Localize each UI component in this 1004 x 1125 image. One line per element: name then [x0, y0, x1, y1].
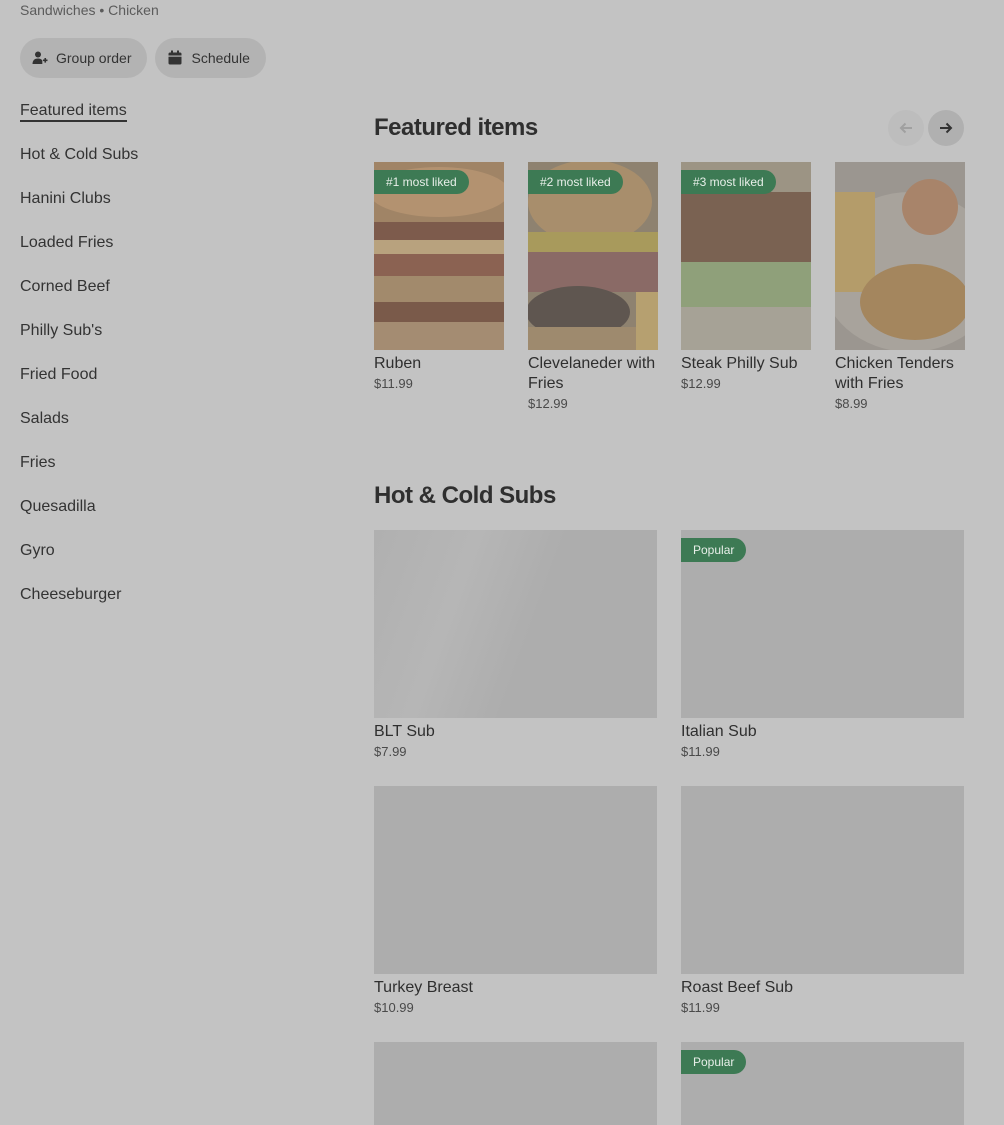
sidebar-item-quesadilla[interactable]: Quesadilla [20, 496, 220, 540]
featured-item-card[interactable]: #3 most liked Steak Philly Sub $12.99 [681, 162, 811, 391]
carousel-prev-button[interactable] [888, 110, 924, 146]
item-price: $10.99 [374, 1000, 414, 1015]
item-price: $7.99 [374, 744, 407, 759]
sidebar-item-featured-items[interactable]: Featured items [20, 100, 220, 144]
menu-item-card[interactable]: Popular [681, 1042, 964, 1125]
sidebar-item-label: Gyro [20, 542, 55, 559]
clevelaneder-image: #2 most liked [528, 162, 658, 350]
menu-item-card[interactable]: Popular Italian Sub $11.99 [681, 530, 964, 759]
sidebar-item-label: Hanini Clubs [20, 190, 111, 207]
sidebar-item-label: Quesadilla [20, 498, 96, 515]
sidebar-item-label: Fries [20, 454, 56, 471]
chicken-tenders-image [835, 162, 965, 350]
item-price: $11.99 [374, 376, 413, 391]
sidebar-item-cheeseburger[interactable]: Cheeseburger [20, 584, 220, 628]
item-name: Roast Beef Sub [681, 979, 794, 996]
sidebar-item-hot-cold-subs[interactable]: Hot & Cold Subs [20, 144, 220, 188]
menu-item-card[interactable] [374, 1042, 657, 1125]
arrow-left-icon [899, 122, 912, 134]
menu-item-image [374, 1042, 657, 1125]
sidebar-item-loaded-fries[interactable]: Loaded Fries [20, 232, 220, 276]
most-liked-badge: #1 most liked [374, 170, 469, 194]
featured-item-card[interactable]: #2 most liked Clevelaneder with Fries $1… [528, 162, 658, 411]
sidebar-item-fried-food[interactable]: Fried Food [20, 364, 220, 408]
item-name: Steak Philly Sub [681, 355, 798, 372]
featured-item-card[interactable]: Chicken Tenders with Fries $8.99 [835, 162, 965, 411]
item-price: $12.99 [681, 376, 721, 391]
sidebar-item-label: Featured items [20, 102, 127, 122]
sidebar-item-label: Philly Sub's [20, 322, 103, 339]
group-order-button[interactable]: Group order [20, 38, 148, 78]
arrow-right-icon [940, 122, 953, 134]
item-name: Chicken Tenders with Fries [835, 355, 954, 392]
sidebar-item-label: Corned Beef [20, 278, 110, 295]
item-price: $11.99 [681, 1000, 720, 1015]
item-name: Turkey Breast [374, 979, 473, 996]
most-liked-badge: #2 most liked [528, 170, 623, 194]
order-actions: Group order Schedule [20, 38, 266, 78]
item-price: $8.99 [835, 396, 868, 411]
group-order-label: Group order [56, 50, 132, 66]
carousel-next-button[interactable] [928, 110, 964, 146]
most-liked-badge: #3 most liked [681, 170, 776, 194]
sidebar-item-philly-subs[interactable]: Philly Sub's [20, 320, 220, 364]
sidebar-item-gyro[interactable]: Gyro [20, 540, 220, 584]
blt-sub-image [374, 530, 657, 718]
sidebar-item-salads[interactable]: Salads [20, 408, 220, 452]
breadcrumb: Sandwiches • Chicken [20, 2, 159, 18]
add-person-icon [32, 51, 48, 64]
featured-section-title: Featured items [374, 114, 538, 141]
sidebar-item-label: Fried Food [20, 366, 98, 383]
ruben-image: #1 most liked [374, 162, 504, 350]
sidebar-item-label: Salads [20, 410, 69, 427]
item-name: BLT Sub [374, 723, 435, 740]
menu-category-nav: Featured items Hot & Cold Subs Hanini Cl… [20, 100, 220, 628]
sidebar-item-corned-beef[interactable]: Corned Beef [20, 276, 220, 320]
popular-badge: Popular [681, 1050, 747, 1074]
sidebar-item-fries[interactable]: Fries [20, 452, 220, 496]
menu-item-card[interactable]: Turkey Breast $10.99 [374, 786, 657, 1015]
menu-item-card[interactable]: BLT Sub $7.99 [374, 530, 657, 759]
hot-cold-subs-section-title: Hot & Cold Subs [374, 482, 556, 509]
menu-item-image: Popular [681, 1042, 964, 1125]
schedule-button[interactable]: Schedule [155, 38, 266, 78]
sidebar-item-label: Cheeseburger [20, 586, 122, 603]
popular-badge: Popular [681, 538, 747, 562]
roast-beef-sub-image [681, 786, 964, 974]
schedule-label: Schedule [191, 50, 250, 66]
steak-philly-sub-image: #3 most liked [681, 162, 811, 350]
sidebar-item-hanini-clubs[interactable]: Hanini Clubs [20, 188, 220, 232]
item-name: Clevelaneder with Fries [528, 355, 656, 392]
sidebar-item-label: Loaded Fries [20, 234, 114, 251]
item-name: Italian Sub [681, 723, 757, 740]
italian-sub-image: Popular [681, 530, 964, 718]
turkey-breast-image [374, 786, 657, 974]
sidebar-item-label: Hot & Cold Subs [20, 146, 139, 163]
item-price: $12.99 [528, 396, 568, 411]
menu-item-card[interactable]: Roast Beef Sub $11.99 [681, 786, 964, 1015]
featured-item-card[interactable]: #1 most liked Ruben $11.99 [374, 162, 504, 391]
item-price: $11.99 [681, 744, 720, 759]
calendar-icon [168, 50, 182, 65]
item-name: Ruben [374, 355, 422, 372]
